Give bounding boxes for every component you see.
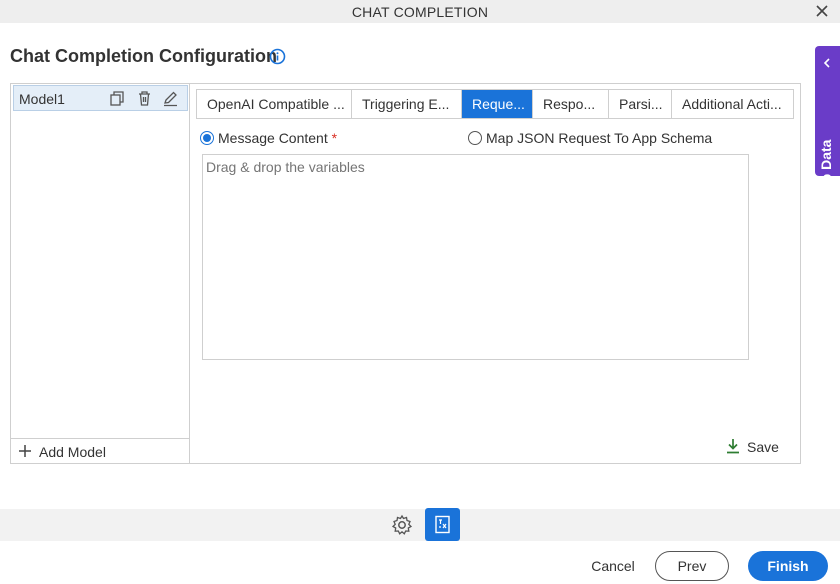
radio-button-selected[interactable] xyxy=(200,131,214,145)
save-label: Save xyxy=(747,439,779,455)
model-list: Model1 Add Model xyxy=(11,84,190,463)
model-name: Model1 xyxy=(19,91,65,107)
add-model-label: Add Model xyxy=(39,444,106,460)
footer-toolbar xyxy=(0,509,840,541)
page-title: Chat Completion Configuration xyxy=(10,46,277,66)
list-item-model[interactable]: Model1 xyxy=(13,85,188,111)
edit-icon[interactable] xyxy=(162,90,179,107)
download-icon xyxy=(727,439,739,454)
tab-parsing[interactable]: Parsi... xyxy=(609,90,672,118)
gear-icon[interactable] xyxy=(391,514,413,536)
prev-button[interactable]: Prev xyxy=(655,551,729,581)
tab-additional-actions[interactable]: Additional Acti... xyxy=(672,90,793,118)
finish-button[interactable]: Finish xyxy=(748,551,828,581)
message-content-input[interactable] xyxy=(202,154,749,360)
map-json-label: Map JSON Request To App Schema xyxy=(486,130,713,146)
title-bar: CHAT COMPLETION xyxy=(0,0,840,23)
required-mark: * xyxy=(331,130,338,146)
tab-response[interactable]: Respo... xyxy=(533,90,609,118)
window-title: CHAT COMPLETION xyxy=(351,4,489,20)
tab-triggering-events[interactable]: Triggering E... xyxy=(352,90,462,118)
cancel-button[interactable]: Cancel xyxy=(583,553,643,579)
copy-icon[interactable] xyxy=(109,90,126,107)
configuration-panel: Model1 Add Model OpenAI Compatible ... T… xyxy=(10,83,801,464)
close-icon[interactable] xyxy=(814,3,830,19)
document-preview-button[interactable] xyxy=(425,508,460,541)
chevron-left-icon xyxy=(823,58,830,68)
tab-openai-compatible[interactable]: OpenAI Compatible ... xyxy=(197,90,352,118)
app-data-panel-toggle[interactable]: App Data xyxy=(815,46,840,201)
app-data-label: App Data xyxy=(818,139,834,201)
info-icon[interactable] xyxy=(269,48,286,65)
message-content-label: Message Content * xyxy=(218,130,337,146)
radio-button-unselected[interactable] xyxy=(468,131,482,145)
document-icon xyxy=(435,515,450,534)
tab-request[interactable]: Reque... xyxy=(462,90,533,118)
message-content-text: Message Content xyxy=(218,130,328,146)
tab-bar: OpenAI Compatible ... Triggering E... Re… xyxy=(196,89,794,119)
add-model-button[interactable]: Add Model xyxy=(11,438,190,463)
trash-icon[interactable] xyxy=(136,90,153,107)
plus-icon xyxy=(19,445,31,457)
